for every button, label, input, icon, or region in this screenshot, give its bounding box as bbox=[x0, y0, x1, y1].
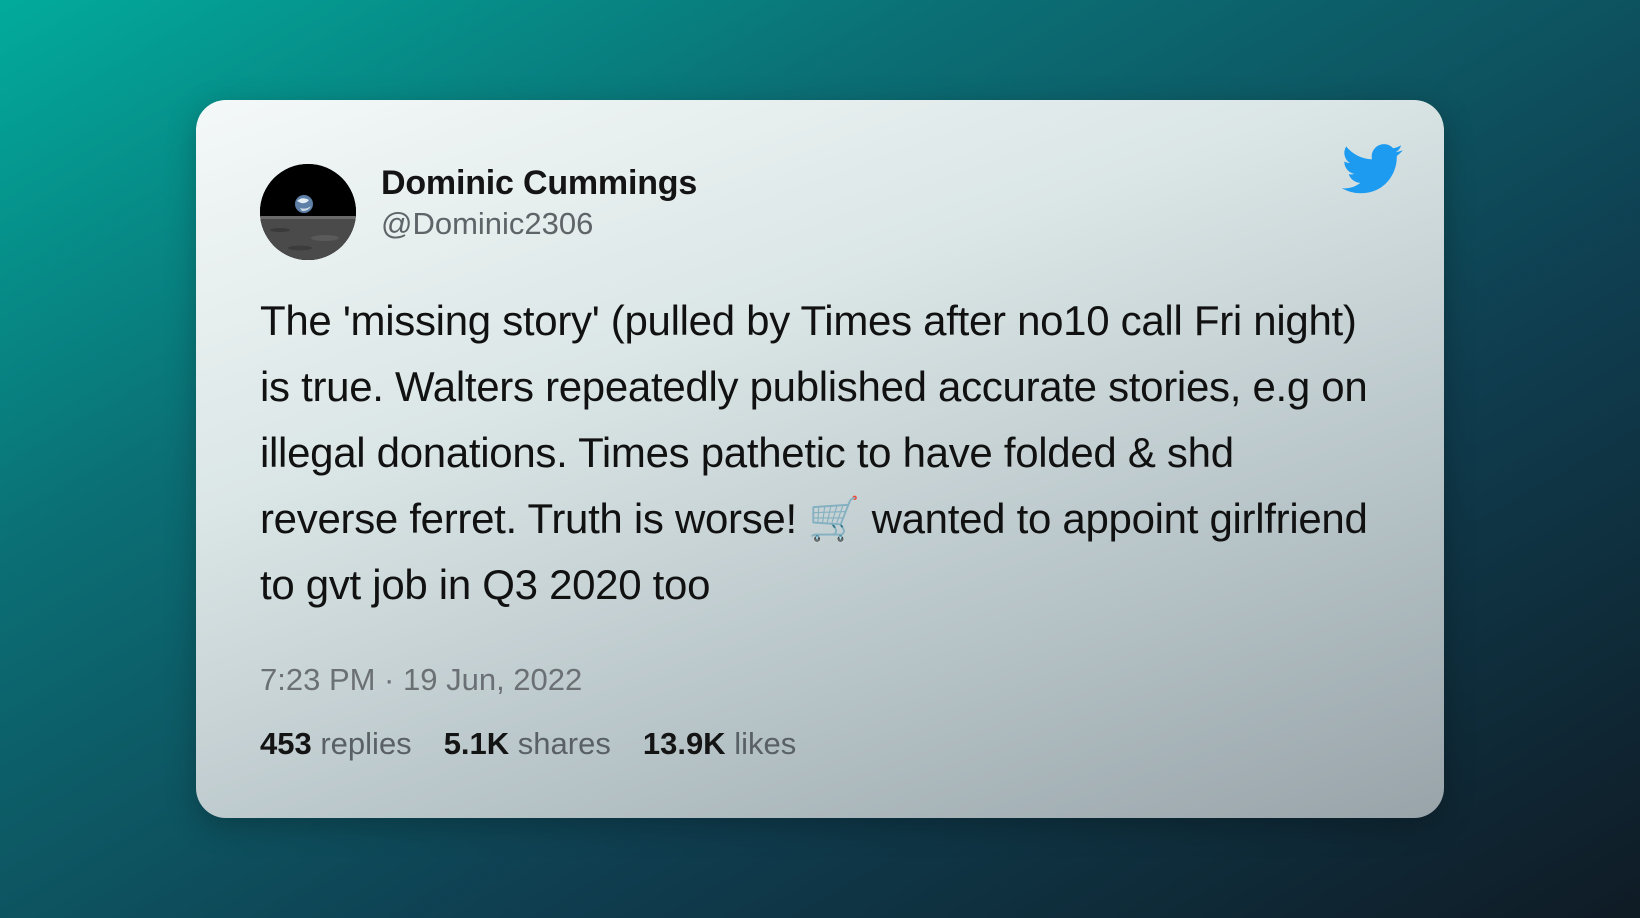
replies-stat[interactable]: 453 replies bbox=[260, 726, 412, 762]
tweet-text: The 'missing story' (pulled by Times aft… bbox=[260, 297, 1368, 608]
tweet-stats: 453 replies 5.1K shares 13.9K likes bbox=[260, 726, 796, 762]
likes-label: likes bbox=[734, 726, 797, 761]
replies-label: replies bbox=[320, 726, 412, 761]
replies-count: 453 bbox=[260, 726, 312, 761]
earthrise-image bbox=[260, 164, 356, 260]
likes-count: 13.9K bbox=[642, 726, 726, 761]
twitter-bird-icon bbox=[1341, 144, 1404, 196]
shares-count: 5.1K bbox=[443, 726, 510, 761]
shares-label: shares bbox=[517, 726, 611, 761]
author-handle[interactable]: @Dominic2306 bbox=[381, 206, 593, 242]
shares-stat[interactable]: 5.1K shares bbox=[444, 726, 611, 762]
tweet-timestamp[interactable]: 7:23 PM · 19 Jun, 2022 bbox=[260, 662, 582, 698]
tweet-card: Dominic Cummings @Dominic2306 The 'missi… bbox=[196, 100, 1444, 818]
author-name[interactable]: Dominic Cummings bbox=[381, 164, 697, 203]
likes-stat[interactable]: 13.9K likes bbox=[643, 726, 796, 762]
avatar[interactable] bbox=[260, 164, 356, 260]
